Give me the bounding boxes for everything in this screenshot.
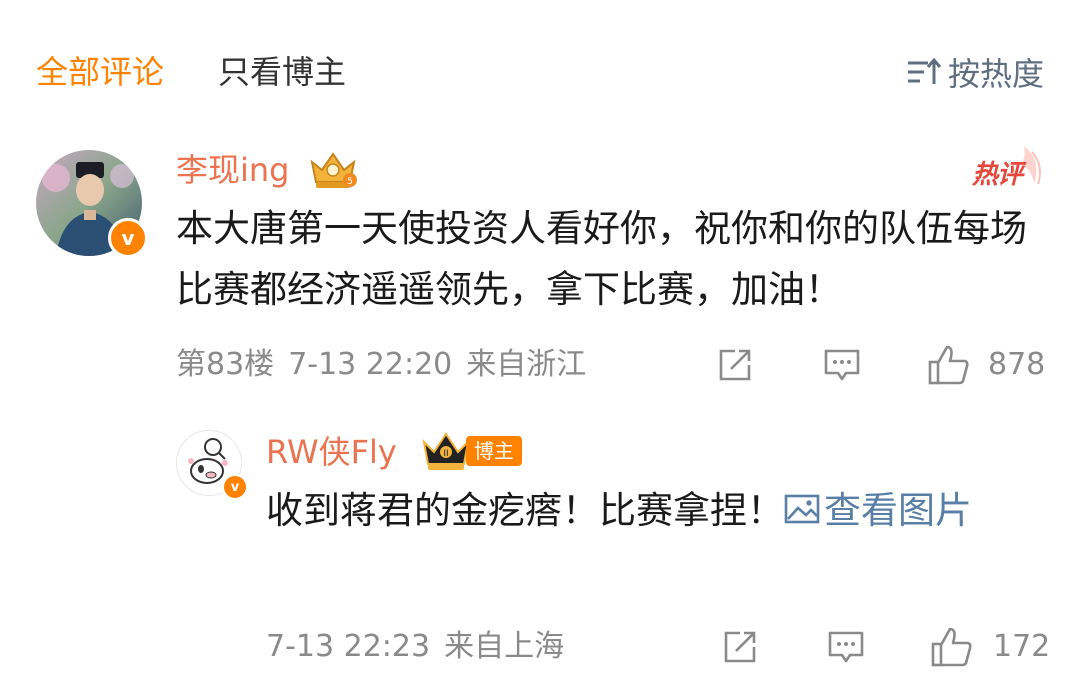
comment-icon[interactable] bbox=[826, 627, 866, 667]
image-icon bbox=[784, 494, 820, 524]
reply-location: 来自上海 bbox=[444, 629, 565, 664]
tab-all-comments[interactable]: 全部评论 bbox=[36, 50, 164, 94]
comment-tabs: 全部评论 只看博主 按热度 bbox=[0, 0, 1080, 145]
commenter-username[interactable]: 李现ing bbox=[176, 150, 290, 190]
reply-username[interactable]: RW侠Fly bbox=[266, 432, 397, 472]
commenter-avatar[interactable]: v bbox=[36, 150, 148, 258]
reply-verified-badge: v bbox=[222, 474, 248, 500]
reply-text: 收到蒋君的金疙瘩！比赛拿捏！ 查看图片 bbox=[266, 480, 1046, 541]
reply-meta: 7-13 22:23 来自上海 bbox=[266, 627, 578, 667]
comment-floor: 第83楼 bbox=[176, 347, 275, 382]
comment-icon[interactable] bbox=[822, 345, 862, 385]
hot-comment-badge: 热评 bbox=[972, 144, 1044, 190]
view-image-label: 查看图片 bbox=[824, 489, 972, 532]
share-icon[interactable] bbox=[720, 627, 760, 667]
like-icon[interactable] bbox=[930, 625, 974, 669]
like-count: 878 bbox=[988, 347, 1046, 382]
sort-label: 按热度 bbox=[947, 55, 1044, 93]
reply-like-count: 172 bbox=[993, 629, 1051, 664]
reply-avatar[interactable]: v bbox=[176, 430, 248, 500]
crown-icon: 5 bbox=[310, 152, 357, 188]
tab-blogger-only[interactable]: 只看博主 bbox=[218, 50, 346, 94]
reply-time: 7-13 22:23 bbox=[266, 629, 431, 664]
comments-page: 全部评论 只看博主 按热度 v 李现ing 5 热评 本大唐第一天使投资人看好你… bbox=[0, 0, 1080, 690]
comment-location: 来自浙江 bbox=[466, 347, 587, 382]
sort-by-hot-button[interactable]: 按热度 bbox=[906, 50, 1044, 94]
sort-icon bbox=[907, 57, 942, 84]
svg-text:II: II bbox=[443, 449, 448, 459]
comment-time: 7-13 22:20 bbox=[288, 347, 453, 382]
hot-comment-label: 热评 bbox=[972, 160, 1023, 190]
like-icon[interactable] bbox=[927, 343, 971, 387]
crown-icon: II bbox=[422, 432, 470, 470]
comment-meta: 第83楼 7-13 22:20 来自浙江 bbox=[176, 345, 600, 385]
comment-text: 本大唐第一天使投资人看好你，祝你和你的队伍每场比赛都经济遥遥领先，拿下比赛，加油… bbox=[176, 207, 1027, 311]
share-icon[interactable] bbox=[715, 345, 755, 385]
view-image-link[interactable]: 查看图片 bbox=[784, 489, 972, 532]
verified-badge: v bbox=[108, 218, 148, 258]
svg-text:5: 5 bbox=[347, 177, 353, 187]
reply-text-body: 收到蒋君的金疙瘩！比赛拿捏！ bbox=[266, 489, 784, 532]
blogger-badge: 博主 bbox=[466, 436, 522, 466]
